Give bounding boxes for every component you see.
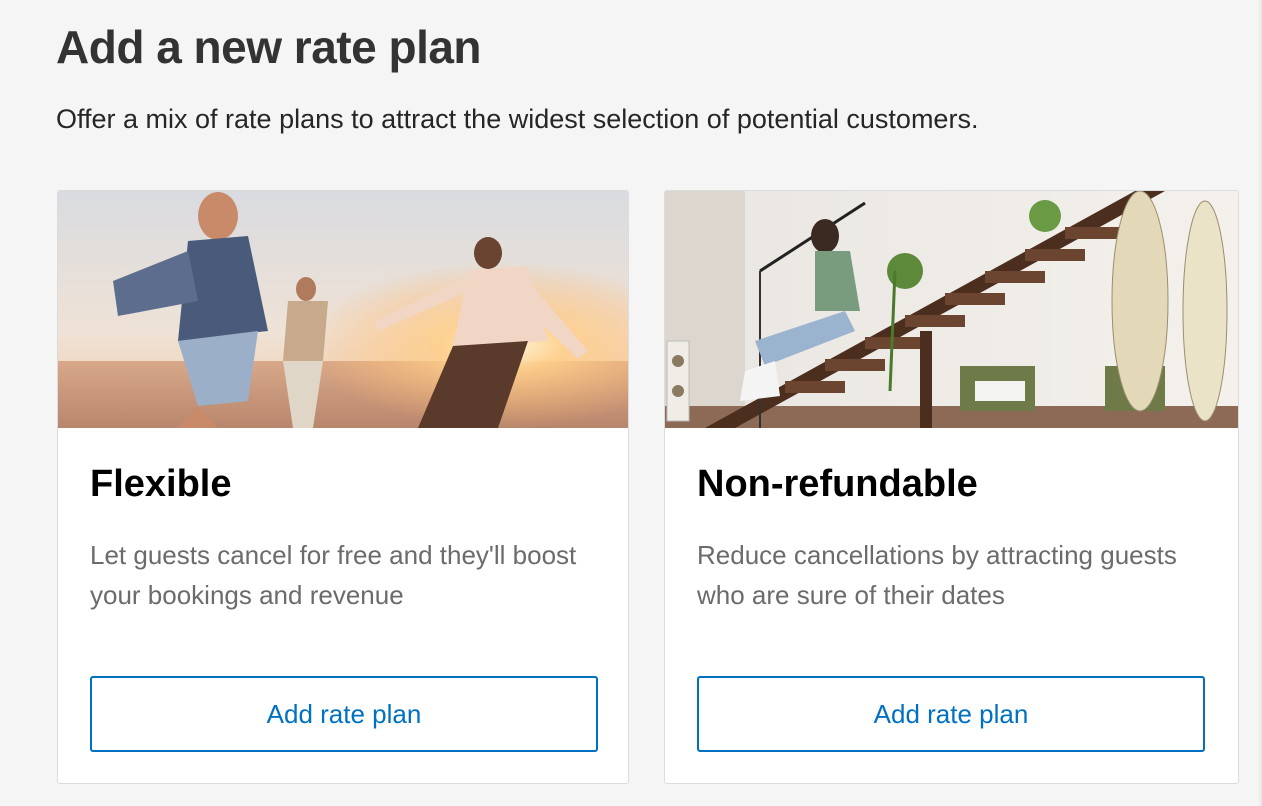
rate-plan-card-flexible: Flexible Let guests cancel for free and … [57,190,629,784]
card-description-flexible: Let guests cancel for free and they'll b… [90,540,577,610]
page-edge-shadow [1258,0,1262,806]
rate-plan-card-non-refundable: Non-refundable Reduce cancellations by a… [664,190,1239,784]
add-rate-plan-button-flexible[interactable]: Add rate plan [90,676,598,752]
staircase-woman-photo [665,191,1238,428]
card-description-non-refundable: Reduce cancellations by attracting guest… [697,540,1177,610]
page-title: Add a new rate plan [56,21,482,73]
beach-friends-photo [58,191,628,428]
card-title-flexible: Flexible [90,463,232,505]
page-subtitle: Offer a mix of rate plans to attract the… [56,104,979,134]
add-rate-plan-button-non-refundable[interactable]: Add rate plan [697,676,1205,752]
rate-plan-page: Add a new rate plan Offer a mix of rate … [0,0,1262,806]
card-title-non-refundable: Non-refundable [697,463,978,505]
